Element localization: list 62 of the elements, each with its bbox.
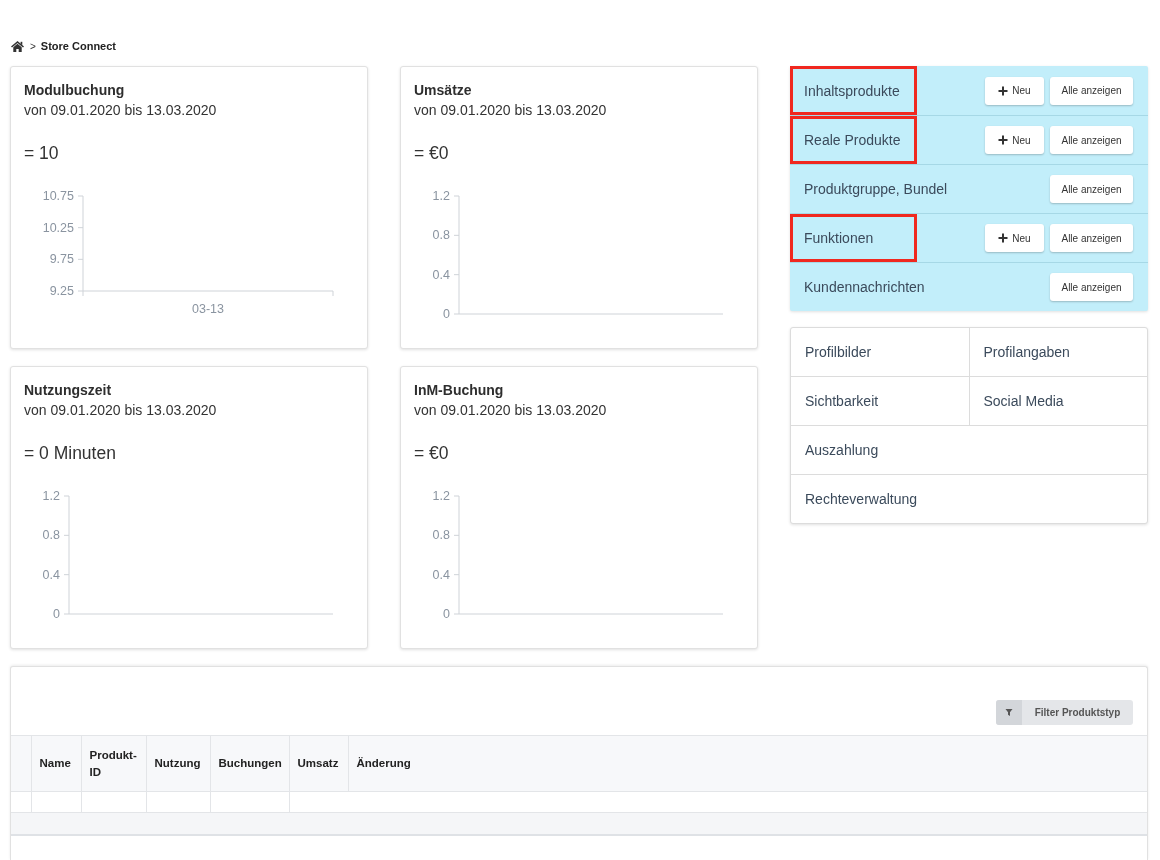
axis-tick-label: 1.2: [42, 489, 60, 503]
axis-tick-label: 03-13: [192, 302, 224, 316]
show-all-button[interactable]: Alle anzeigen: [1050, 224, 1133, 252]
profile-menu-item[interactable]: Sichtbarkeit: [791, 377, 969, 425]
plus-icon: [998, 233, 1009, 243]
new-button[interactable]: Neu: [985, 126, 1044, 154]
column-header: Nutzung: [146, 735, 210, 792]
axis-tick-label: 0.8: [42, 528, 60, 543]
panel-row-label: Funktionen: [790, 214, 917, 262]
panel-row-label: Inhaltsprodukte: [790, 66, 917, 115]
filter-button[interactable]: Filter Produktstyp: [996, 700, 1133, 725]
card-total: = 0 Minuten: [24, 442, 117, 464]
profile-menu-item[interactable]: Social Media: [968, 377, 1147, 425]
panel-row-label: Produktgruppe, Bundel: [803, 180, 949, 199]
axis-tick-label: 0: [53, 607, 60, 621]
axis-tick-label: 9.75: [49, 252, 74, 267]
show-all-button[interactable]: Alle anzeigen: [1050, 126, 1133, 154]
panel-row-label: Reale Produkte: [790, 116, 917, 164]
card-total: = €0: [414, 142, 450, 164]
card-title: Nutzungszeit: [24, 381, 113, 400]
show-all-button[interactable]: Alle anzeigen: [1050, 273, 1133, 301]
profile-menu-item[interactable]: Auszahlung: [791, 426, 1147, 474]
plus-icon: [998, 85, 1009, 96]
card-title: Modulbuchung: [24, 81, 126, 100]
axis-tick-label: 0.4: [42, 567, 60, 582]
column-header: Umsatz: [289, 735, 348, 792]
column-header: Buchungen: [210, 735, 289, 792]
card-total: = 10: [24, 142, 60, 164]
axis-tick-label: 0.8: [432, 228, 450, 243]
card-total: = €0: [414, 442, 450, 464]
axis-tick-label: 1.2: [432, 189, 450, 203]
column-header: Name: [31, 735, 81, 792]
new-button[interactable]: Neu: [985, 76, 1044, 105]
card-period: von 09.01.2020 bis 13.03.2020: [414, 101, 608, 120]
plus-icon: [998, 135, 1009, 145]
profile-menu-item[interactable]: Rechteverwaltung: [791, 475, 1147, 523]
axis-tick-label: 0: [443, 307, 450, 321]
breadcrumb-current: Store Connect: [40, 40, 117, 52]
card-period: von 09.01.2020 bis 13.03.2020: [24, 101, 218, 120]
card-period: von 09.01.2020 bis 13.03.2020: [24, 401, 218, 420]
axis-tick-label: 0: [443, 607, 450, 621]
filter-icon: [996, 700, 1022, 725]
card-title: InM-Buchung: [414, 381, 505, 400]
axis-tick-label: 1.2: [432, 489, 450, 503]
axis-tick-label: 10.75: [42, 189, 74, 203]
axis-tick-label: 9.25: [49, 284, 74, 298]
axis-tick-label: 0.8: [432, 528, 450, 543]
axis-tick-label: 0.4: [432, 267, 450, 282]
profile-menu-item[interactable]: Profilbilder: [791, 328, 969, 376]
home-icon[interactable]: [11, 40, 24, 52]
column-header: Änderung: [348, 735, 1147, 792]
breadcrumb-separator: >: [30, 40, 36, 52]
profile-menu-item[interactable]: Profilangaben: [968, 328, 1147, 376]
card-title: Umsätze: [414, 81, 473, 100]
new-button[interactable]: Neu: [985, 224, 1044, 252]
show-all-button[interactable]: Alle anzeigen: [1050, 175, 1133, 203]
column-header: Produkt-ID: [81, 735, 146, 792]
panel-row-label: Kundennachrichten: [803, 278, 926, 297]
show-all-button[interactable]: Alle anzeigen: [1050, 76, 1133, 105]
axis-tick-label: 10.25: [42, 220, 74, 235]
axis-tick-label: 0.4: [432, 567, 450, 582]
card-period: von 09.01.2020 bis 13.03.2020: [414, 401, 608, 420]
